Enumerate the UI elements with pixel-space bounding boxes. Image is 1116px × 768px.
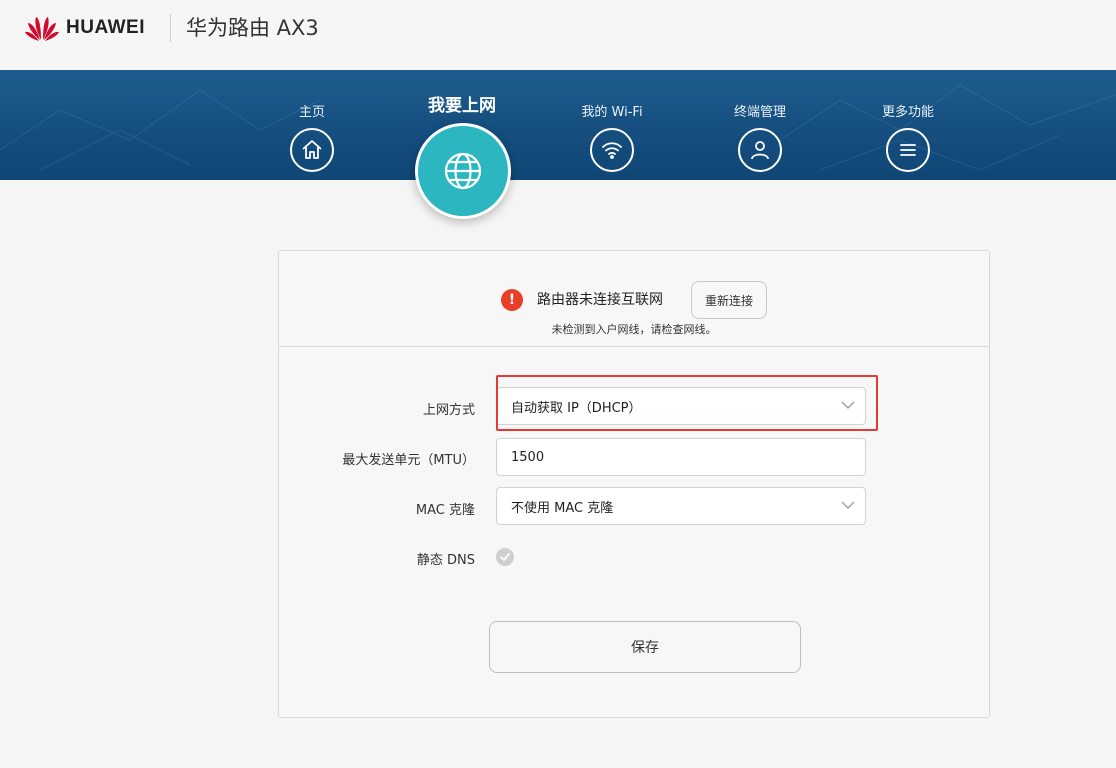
warning-icon: ! [501,289,523,311]
nav-wifi[interactable]: 我的 Wi-Fi [552,70,672,172]
mac-clone-select[interactable]: 不使用 MAC 克隆 [496,487,866,525]
brand-name: HUAWEI [66,17,145,38]
reconnect-button[interactable]: 重新连接 [691,281,767,319]
chevron-down-icon [841,401,855,409]
mtu-input[interactable]: 1500 [496,438,866,476]
top-header: HUAWEI 华为路由 AX3 [0,0,1116,70]
connection-status: ! 路由器未连接互联网 重新连接 未检测到入户网线，请检查网线。 [279,251,989,347]
connection-mode-label: 上网方式 [422,403,475,418]
connection-mode-select[interactable]: 自动获取 IP（DHCP） [496,387,866,425]
nav-internet[interactable] [415,123,511,219]
nav-devices-label: 终端管理 [733,105,786,120]
mac-clone-label: MAC 克隆 [415,503,475,518]
mtu-value: 1500 [511,449,545,465]
check-icon [500,553,510,561]
huawei-flower-icon [25,17,59,41]
internet-settings-card: ! 路由器未连接互联网 重新连接 未检测到入户网线，请检查网线。 上网方式 自动… [278,250,990,718]
nav-more-label: 更多功能 [881,105,934,120]
user-icon [738,128,782,172]
save-button[interactable]: 保存 [489,621,801,673]
nav-home-label: 主页 [298,105,325,120]
main-nav: 主页 我的 Wi-Fi 终端管理 更多功能 [0,70,1116,180]
mac-clone-value: 不使用 MAC 克隆 [511,500,614,516]
huawei-logo: HUAWEI [24,14,145,42]
nav-devices[interactable]: 终端管理 [700,70,820,172]
home-icon [290,128,334,172]
status-detail: 未检测到入户网线，请检查网线。 [551,323,717,336]
static-dns-label: 静态 DNS [416,553,475,568]
chevron-down-icon [841,501,855,509]
header-divider [170,14,171,42]
globe-icon [444,152,482,190]
product-title: 华为路由 AX3 [186,16,319,40]
nav-internet-label: 我要上网 [428,96,496,116]
wifi-icon [590,128,634,172]
menu-icon [886,128,930,172]
status-message: 路由器未连接互联网 [537,292,663,308]
nav-more[interactable]: 更多功能 [848,70,968,172]
static-dns-checkbox[interactable] [496,548,514,566]
mtu-label: 最大发送单元（MTU） [342,453,475,468]
nav-home[interactable]: 主页 [252,70,372,172]
nav-wifi-label: 我的 Wi-Fi [581,105,643,120]
connection-mode-value: 自动获取 IP（DHCP） [511,400,642,416]
